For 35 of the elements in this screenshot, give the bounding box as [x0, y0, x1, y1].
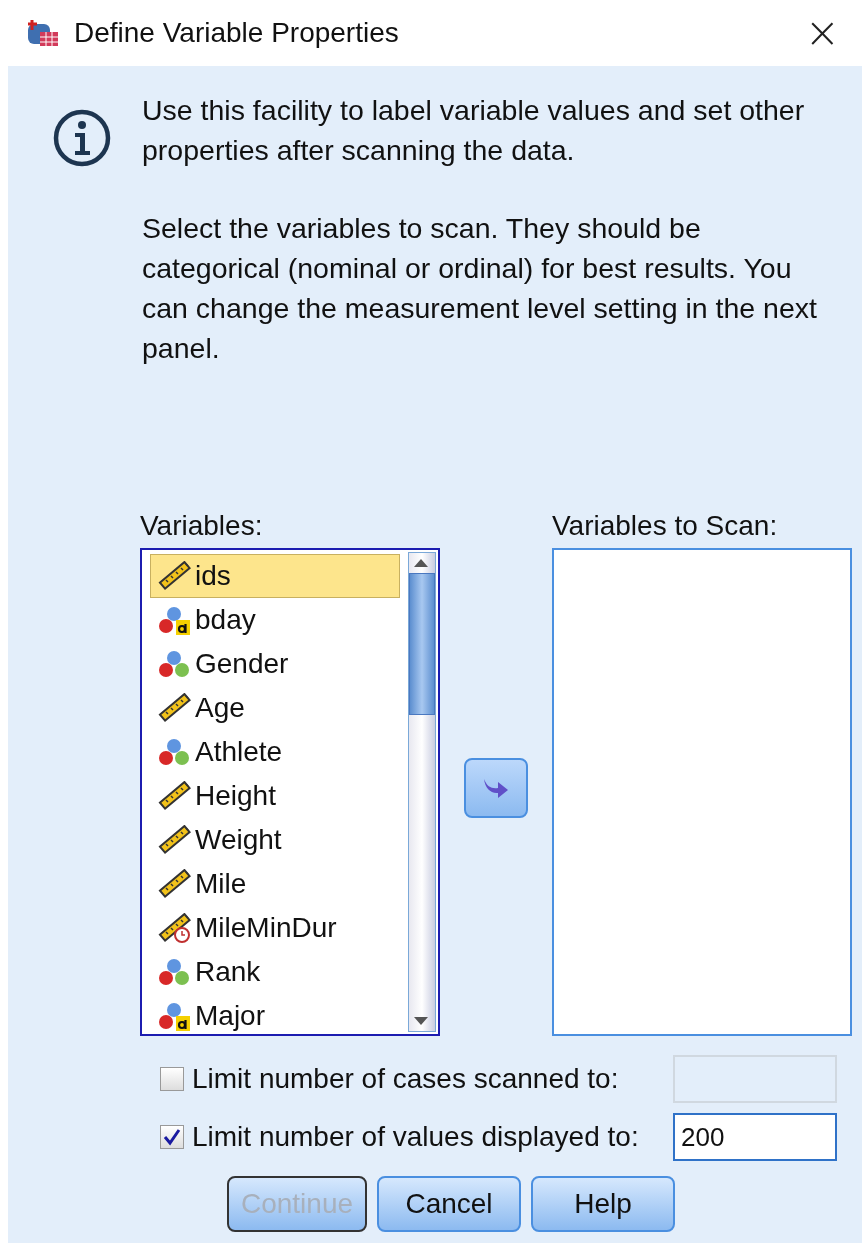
variable-item[interactable]: Mile [150, 862, 400, 906]
instruction-text: Use this facility to label variable values and set other properties after scanning the data. [142, 93, 806, 168]
scrollbar[interactable] [408, 552, 436, 1032]
nominal-icon [157, 737, 191, 767]
window-title: Define Variable Properties [74, 17, 400, 49]
variable-item[interactable]: bday [150, 598, 400, 642]
app-icon [26, 18, 60, 48]
info-icon [52, 108, 112, 168]
variable-item[interactable]: Age [150, 686, 400, 730]
dialog-button[interactable]: Cancel [377, 1176, 521, 1232]
variable-item[interactable]: Major [150, 994, 400, 1034]
variable-item[interactable]: ids [150, 554, 400, 598]
limit-field[interactable]: 200 [673, 1113, 837, 1161]
dialog-button[interactable]: Help [531, 1176, 675, 1232]
scroll-thumb[interactable] [409, 573, 435, 715]
option-label: Limit number of cases scanned to: [192, 1063, 620, 1095]
option-label: Limit number of values displayed to: [192, 1121, 640, 1153]
checkbox[interactable] [160, 1067, 184, 1091]
move-right-button[interactable] [464, 758, 528, 818]
scan-label: Variables to Scan: [552, 510, 779, 542]
variable-item[interactable]: Gender [150, 642, 400, 686]
checkbox[interactable] [160, 1125, 184, 1149]
variable-item[interactable]: MileMinDur [150, 906, 400, 950]
variable-item[interactable]: Rank [150, 950, 400, 994]
nominal-icon [157, 649, 191, 679]
variable-item[interactable]: Weight [150, 818, 400, 862]
nominal-icon [157, 957, 191, 987]
nominal-string-icon [157, 1001, 191, 1031]
variable-item[interactable]: Athlete [150, 730, 400, 774]
close-button[interactable]: × [798, 12, 846, 54]
variable-item[interactable]: Height [150, 774, 400, 818]
check-icon [163, 1128, 181, 1146]
nominal-string-icon [157, 605, 191, 635]
instruction-text: Select the variables to scan. They should be categorical (nominal or ordinal) for best results. You can change the measurement level setting in the next panel. [142, 211, 818, 366]
variables-label: Variables: [140, 510, 264, 542]
